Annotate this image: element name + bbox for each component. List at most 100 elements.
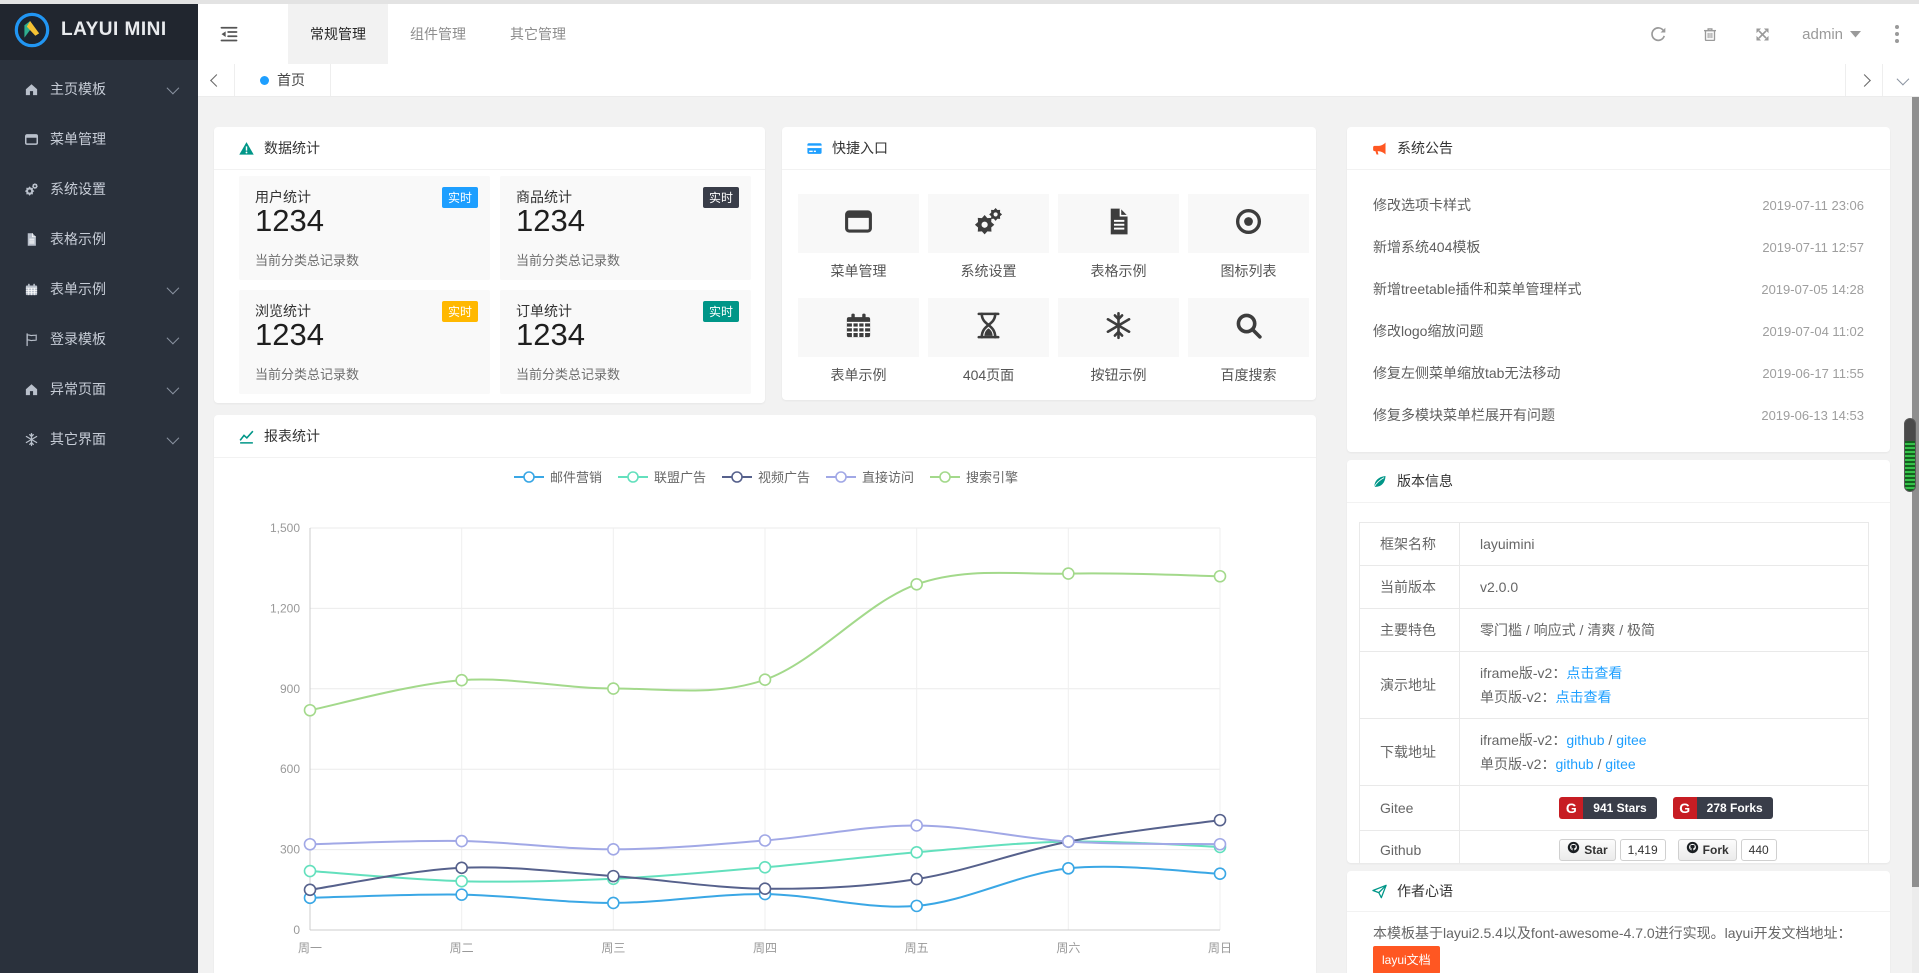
legend-marker-icon xyxy=(720,470,754,484)
sidebar-item-label: 登录模板 xyxy=(50,329,106,349)
svg-text:周三: 周三 xyxy=(601,941,625,955)
window-icon xyxy=(22,132,40,147)
legend-item-联盟广告[interactable]: 联盟广告 xyxy=(616,467,706,486)
status-badge: 实时 xyxy=(442,301,478,322)
stat-desc: 当前分类总记录数 xyxy=(255,250,359,269)
version-label: Github xyxy=(1360,831,1460,863)
legend-label: 联盟广告 xyxy=(654,467,706,486)
announcement-row[interactable]: 新增treetable插件和菜单管理样式 2019-07-05 14:28 xyxy=(1347,268,1890,310)
svg-text:周二: 周二 xyxy=(450,941,474,955)
chevron-down-icon xyxy=(167,81,180,94)
stat-box-订单统计: 订单统计 实时 1234 当前分类总记录数 xyxy=(500,290,751,394)
quick-entry-图标列表[interactable]: 图标列表 xyxy=(1188,194,1309,281)
author-paragraph: 本模板基于layui2.5.4以及font-awesome-4.7.0进行实现。… xyxy=(1373,922,1864,944)
quick-entry-表单示例[interactable]: 表单示例 xyxy=(798,298,919,385)
version-row-框架名称: 框架名称 layuimini xyxy=(1360,523,1868,566)
announcement-text: 修复多模块菜单栏展开有问题 xyxy=(1373,405,1555,425)
paper-plane-icon xyxy=(1371,883,1388,900)
quick-entry-label: 系统设置 xyxy=(928,261,1049,281)
cogs-icon xyxy=(22,182,40,197)
svg-text:0: 0 xyxy=(293,923,300,937)
sidebar-item-其它界面[interactable]: 其它界面 xyxy=(0,414,198,464)
sidebar-item-菜单管理[interactable]: 菜单管理 xyxy=(0,114,198,164)
window-top-edge xyxy=(0,0,1919,4)
legend-item-邮件营销[interactable]: 邮件营销 xyxy=(512,467,602,486)
announcement-row[interactable]: 新增系统404模板 2019-07-11 12:57 xyxy=(1347,226,1890,268)
status-badge: 实时 xyxy=(442,187,478,208)
quick-entry-label: 菜单管理 xyxy=(798,261,919,281)
sidebar-item-表格示例[interactable]: 表格示例 xyxy=(0,214,198,264)
announcement-row[interactable]: 修复左侧菜单缩放tab无法移动 2019-06-17 11:55 xyxy=(1347,352,1890,394)
app-title: LAYUI MINI xyxy=(61,19,167,41)
module-tab-组件管理[interactable]: 组件管理 xyxy=(388,4,488,64)
sidebar-item-label: 表单示例 xyxy=(50,279,106,299)
legend-item-直接访问[interactable]: 直接访问 xyxy=(824,467,914,486)
github-Star-button[interactable]: Star1,419 xyxy=(1559,839,1665,861)
link-github[interactable]: github xyxy=(1566,732,1604,748)
credit-card-icon xyxy=(806,140,823,157)
sidebar-item-主页模板[interactable]: 主页模板 xyxy=(0,64,198,114)
clear-cache-button[interactable] xyxy=(1684,25,1736,43)
quick-entry-label: 404页面 xyxy=(928,365,1049,385)
inner-scrollbar-green-thumb[interactable] xyxy=(1904,418,1916,492)
user-menu[interactable]: admin xyxy=(1788,26,1875,43)
sidebar-item-登录模板[interactable]: 登录模板 xyxy=(0,314,198,364)
tab-home[interactable]: 首页 xyxy=(235,64,331,96)
quick-entry-百度搜索[interactable]: 百度搜索 xyxy=(1188,298,1309,385)
quick-entry-表格示例[interactable]: 表格示例 xyxy=(1058,194,1179,281)
file-icon xyxy=(22,232,40,247)
refresh-icon xyxy=(1649,25,1667,43)
collapse-sidebar-button[interactable] xyxy=(198,4,260,64)
flag-icon xyxy=(22,332,40,347)
announcement-row[interactable]: 修复多模块菜单栏展开有问题 2019-06-13 14:53 xyxy=(1347,394,1890,436)
legend-item-搜索引擎[interactable]: 搜索引擎 xyxy=(928,467,1018,486)
legend-marker-icon xyxy=(616,470,650,484)
announcement-row[interactable]: 修改logo缩放问题 2019-07-04 11:02 xyxy=(1347,310,1890,352)
tabbar-spacer xyxy=(331,64,1845,96)
tab-home-label: 首页 xyxy=(277,70,305,90)
legend-item-视频广告[interactable]: 视频广告 xyxy=(720,467,810,486)
announcement-date: 2019-07-11 23:06 xyxy=(1762,198,1864,213)
announcement-text: 新增系统404模板 xyxy=(1373,237,1480,257)
version-row-主要特色: 主要特色 零门槛 / 响应式 / 清爽 / 极简 xyxy=(1360,609,1868,652)
link-gitee[interactable]: gitee xyxy=(1605,756,1635,772)
github-Fork-button[interactable]: Fork440 xyxy=(1678,839,1777,861)
svg-text:周一: 周一 xyxy=(298,941,322,955)
file-icon xyxy=(1103,206,1134,242)
card-title: 系统公告 xyxy=(1397,138,1453,158)
legend-marker-icon xyxy=(928,470,962,484)
fullscreen-button[interactable] xyxy=(1736,26,1788,43)
stat-box-用户统计: 用户统计 实时 1234 当前分类总记录数 xyxy=(239,176,490,280)
logo[interactable]: LAYUI MINI xyxy=(0,0,198,60)
quick-entry-404页面[interactable]: 404页面 xyxy=(928,298,1049,385)
link-点击查看[interactable]: 点击查看 xyxy=(1555,689,1611,705)
sidebar-item-异常页面[interactable]: 异常页面 xyxy=(0,364,198,414)
link-点击查看[interactable]: 点击查看 xyxy=(1566,665,1622,681)
sidebar-item-表单示例[interactable]: 表单示例 xyxy=(0,264,198,314)
scrollbar-thumb[interactable] xyxy=(1912,97,1919,887)
announcement-row[interactable]: 修改选项卡样式 2019-07-11 23:06 xyxy=(1347,184,1890,226)
snowflake-icon xyxy=(22,432,40,447)
refresh-button[interactable] xyxy=(1632,25,1684,43)
quick-entry-菜单管理[interactable]: 菜单管理 xyxy=(798,194,919,281)
tabs-scroll-left-button[interactable] xyxy=(198,64,235,96)
tabs-scroll-right-button[interactable] xyxy=(1845,64,1882,96)
gitee-badge[interactable]: G278 Forks xyxy=(1673,797,1773,819)
layui-doc-badge[interactable]: layui文档 xyxy=(1373,946,1440,973)
sidebar-item-系统设置[interactable]: 系统设置 xyxy=(0,164,198,214)
link-gitee[interactable]: gitee xyxy=(1616,732,1646,748)
announcement-date: 2019-07-04 11:02 xyxy=(1762,324,1864,339)
svg-text:300: 300 xyxy=(280,843,300,857)
card-report-chart: 报表统计 邮件营销 联盟广告 视频广告 直接访问 搜索引擎 0300600900… xyxy=(214,415,1316,973)
gitee-badge[interactable]: G941 Stars xyxy=(1559,797,1656,819)
card-title: 作者心语 xyxy=(1397,881,1453,901)
tabs-menu-button[interactable] xyxy=(1882,64,1919,96)
more-menu-button[interactable] xyxy=(1875,25,1919,43)
link-github[interactable]: github xyxy=(1555,756,1593,772)
module-tab-其它管理[interactable]: 其它管理 xyxy=(488,4,588,64)
quick-entry-按钮示例[interactable]: 按钮示例 xyxy=(1058,298,1179,385)
stat-desc: 当前分类总记录数 xyxy=(516,364,620,383)
home-icon xyxy=(22,382,40,397)
module-tab-常规管理[interactable]: 常规管理 xyxy=(288,4,388,64)
quick-entry-系统设置[interactable]: 系统设置 xyxy=(928,194,1049,281)
